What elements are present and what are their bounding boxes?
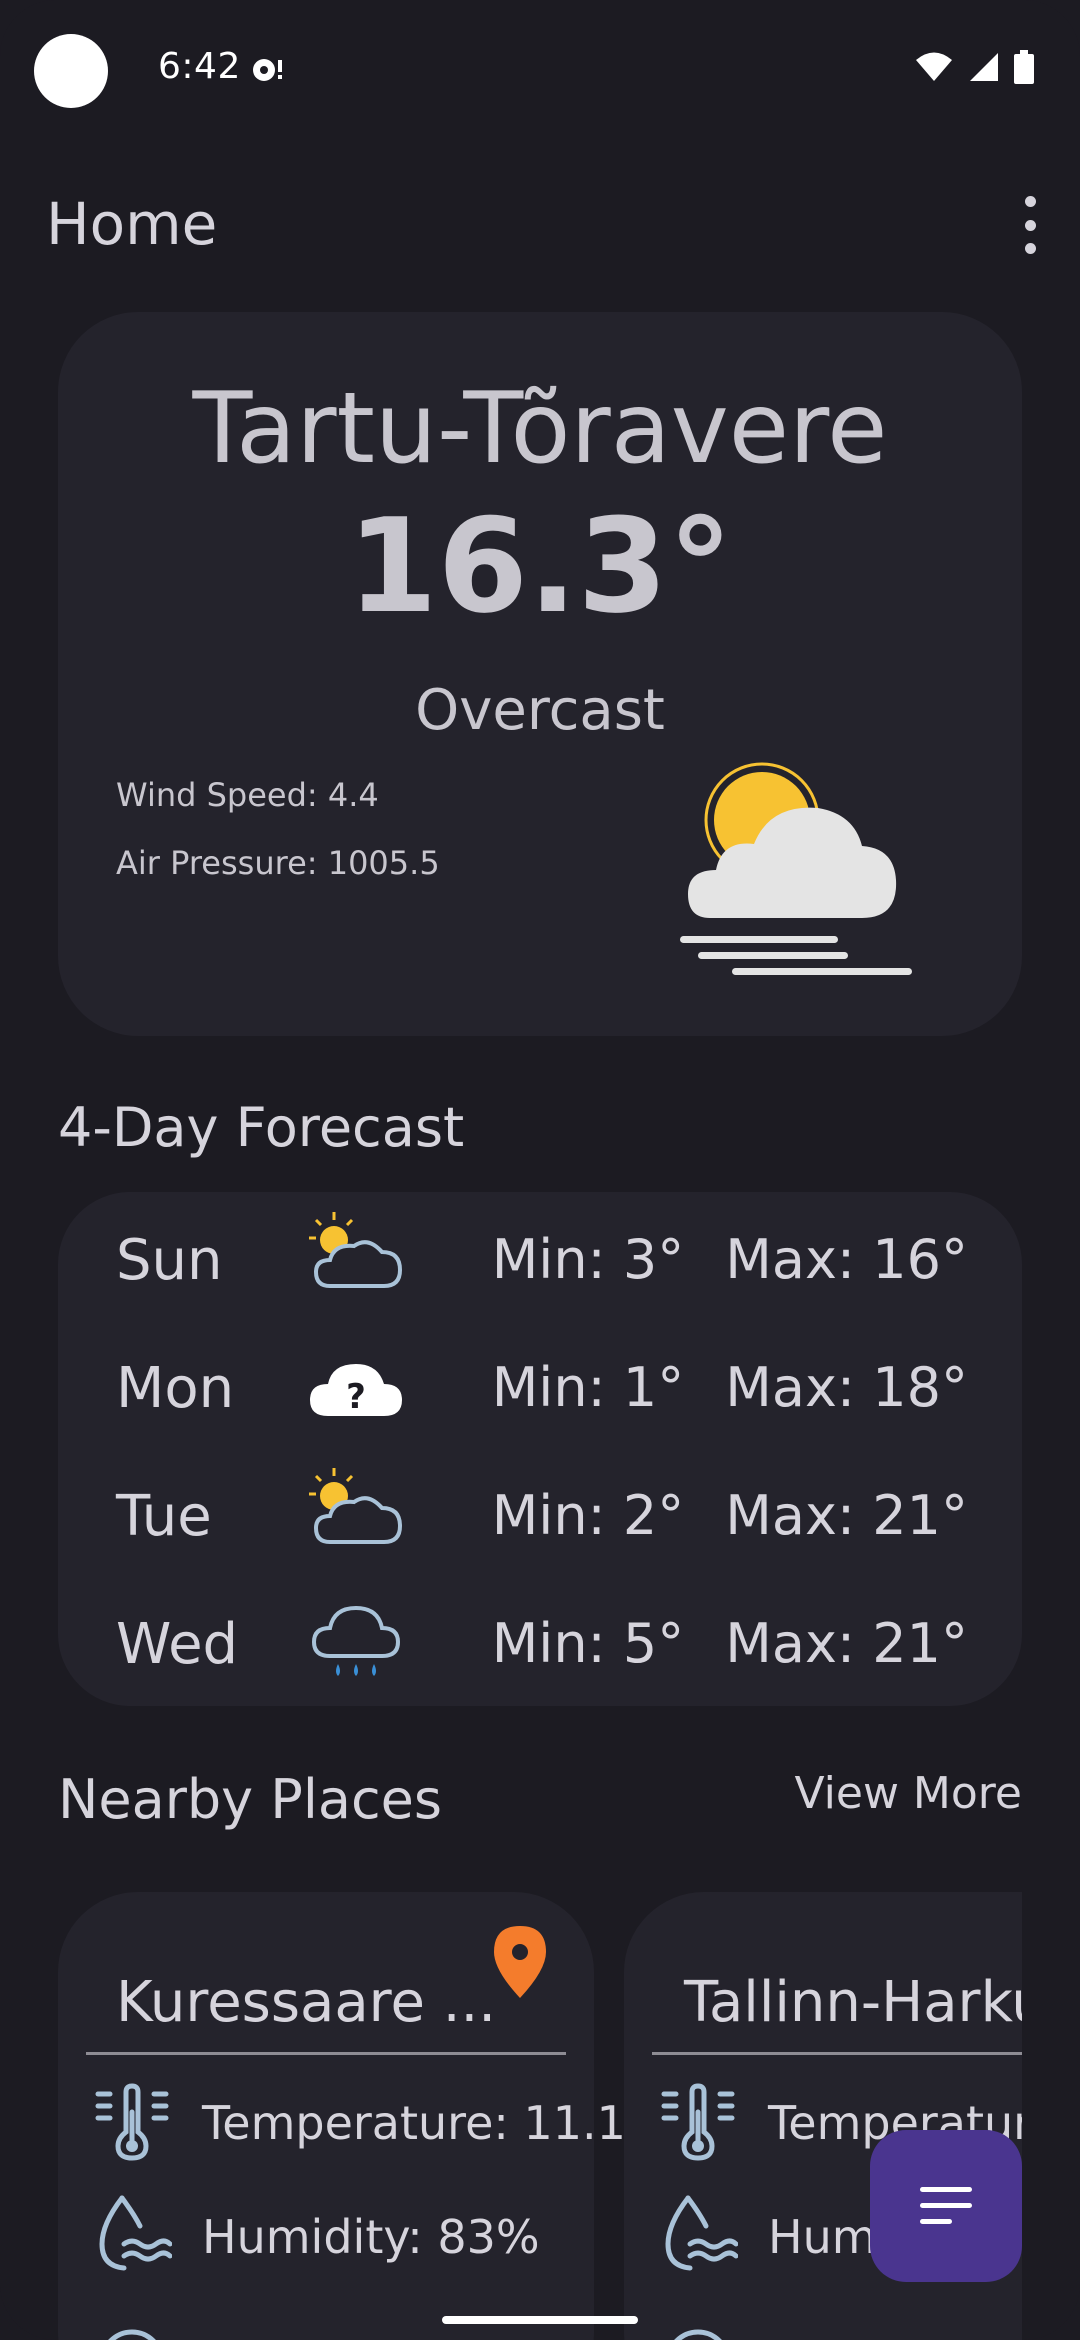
- current-weather-card[interactable]: Tartu-Tõravere 16.3° Overcast Wind Speed…: [58, 312, 1022, 1036]
- status-bar: 6:42: [0, 0, 1080, 140]
- nearby-places-carousel[interactable]: Kuressaare ... Temperature: 11.1° Humidi…: [58, 1892, 1022, 2340]
- page-title: Home: [46, 190, 218, 258]
- forecast-day: Tue: [116, 1484, 212, 1549]
- home-gesture-bar[interactable]: [442, 2316, 638, 2324]
- unknown-weather-icon: ?: [310, 1364, 402, 1417]
- humidity-icon: [665, 2195, 738, 2271]
- place-name: Tallinn-Harku: [684, 1970, 1022, 2035]
- menu-dot-icon: [1024, 243, 1036, 254]
- forecast-row[interactable]: Tue Min: 2° Max: 21°: [58, 1448, 1022, 1576]
- forecast-row[interactable]: Sun Min: 3° Max: 16°: [58, 1192, 1022, 1320]
- forecast-max: Max: 21°: [725, 1612, 968, 1675]
- forecast-day: Mon: [116, 1356, 235, 1421]
- status-icons: [914, 50, 1034, 84]
- forecast-row[interactable]: Wed Min: 5° Max: 21°: [58, 1576, 1022, 1704]
- humidity-icon: [99, 2195, 172, 2271]
- divider: [86, 2052, 566, 2055]
- screen: 6:42 Home Tartu-Tõravere 16.3° Overcast …: [0, 0, 1080, 2340]
- menu-dot-icon: [1024, 219, 1036, 231]
- forecast-min: Min: 3°: [491, 1228, 685, 1291]
- current-condition: Overcast: [415, 678, 665, 743]
- place-humidity: Hum: [768, 2210, 877, 2264]
- menu-fab-button[interactable]: [870, 2130, 1022, 2282]
- forecast-section-title: 4-Day Forecast: [58, 1096, 465, 1159]
- place-humidity: Humidity: 83%: [202, 2210, 540, 2264]
- air-pressure: Air Pressure: 1005.5: [116, 844, 440, 882]
- nearby-section-title: Nearby Places: [58, 1768, 443, 1831]
- forecast-max: Max: 16°: [725, 1228, 968, 1291]
- forecast-day: Sun: [116, 1228, 223, 1293]
- divider: [652, 2052, 1022, 2055]
- current-location: Tartu-Tõravere: [192, 372, 888, 486]
- battery-icon: [1014, 50, 1034, 84]
- forecast-max: Max: 21°: [725, 1484, 968, 1547]
- thermometer-icon: [95, 2083, 169, 2161]
- menu-dot-icon: [1024, 196, 1036, 207]
- cellular-signal-icon: [970, 53, 998, 81]
- forecast-max: Max: 18°: [725, 1356, 968, 1419]
- visibility-icon: [674, 2329, 722, 2340]
- location-pin-icon: [494, 1926, 546, 1998]
- forecast-min: Min: 2°: [491, 1484, 685, 1547]
- place-card[interactable]: Kuressaare ... Temperature: 11.1° Humidi…: [58, 1892, 649, 2340]
- rain-cloud-icon: [311, 1605, 401, 1676]
- svg-text:?: ?: [346, 1377, 366, 1417]
- wifi-icon: [916, 52, 952, 81]
- sun-behind-cloud-fog-icon: [680, 762, 912, 975]
- thermometer-icon: [661, 2083, 735, 2161]
- view-more-link[interactable]: View More: [795, 1768, 1022, 1819]
- forecast-day: Wed: [116, 1612, 239, 1677]
- forecast-card: Sun Min: 3° Max: 16° Mon ? Min: 1° Max: …: [58, 1192, 1022, 1706]
- overflow-menu-button[interactable]: [1010, 196, 1050, 254]
- wind-speed: Wind Speed: 4.4: [116, 776, 379, 814]
- current-temperature: 16.3°: [347, 490, 733, 642]
- place-name: Kuressaare ...: [116, 1970, 497, 2035]
- partly-cloudy-icon: [309, 1468, 403, 1544]
- forecast-row[interactable]: Mon ? Min: 1° Max: 18°: [58, 1320, 1022, 1448]
- forecast-min: Min: 1°: [491, 1356, 685, 1419]
- partly-cloudy-icon: [309, 1212, 403, 1288]
- visibility-icon: [108, 2329, 156, 2340]
- forecast-min: Min: 5°: [491, 1612, 685, 1675]
- camera-cutout: [34, 34, 108, 108]
- status-time: 6:42: [158, 46, 241, 87]
- menu-lines-icon: [920, 2187, 972, 2224]
- place-temperature: Temperature: 11.1°: [202, 2096, 649, 2150]
- media-playing-icon: [253, 59, 282, 81]
